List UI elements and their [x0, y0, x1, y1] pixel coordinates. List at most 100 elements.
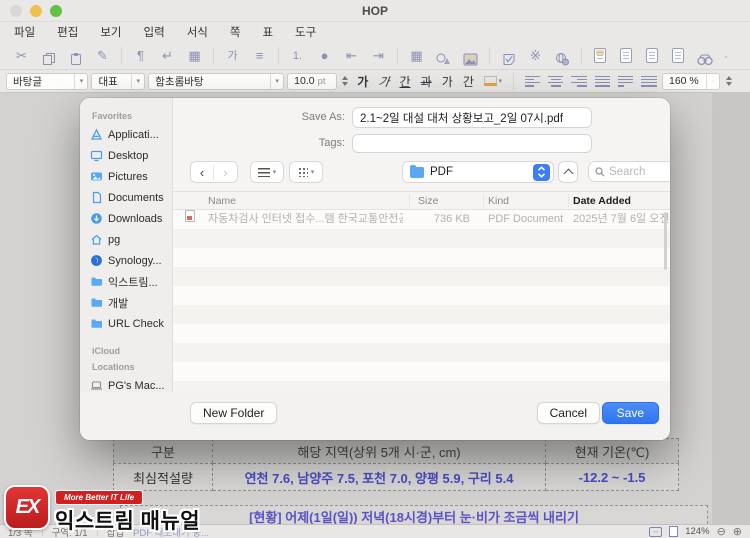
preset-dropdown[interactable]: 대표 ▾ [91, 72, 146, 90]
save-as-input[interactable] [352, 107, 592, 128]
forward-button[interactable]: › [214, 165, 237, 180]
list-view-button[interactable]: ▾ [250, 161, 284, 183]
outdent-icon[interactable]: ⇤ [338, 43, 365, 69]
preset-value: 대표 [98, 75, 118, 88]
para-shape-icon[interactable]: ≡ [246, 43, 273, 69]
location-value: PDF [430, 166, 453, 178]
desktop-icon [90, 149, 103, 162]
italic-button[interactable]: 가 [374, 73, 395, 90]
copy-icon[interactable] [35, 46, 62, 66]
menu-tools[interactable]: 도구 [295, 24, 316, 40]
char-spacing-button[interactable]: 간 [459, 73, 477, 90]
grid-icon[interactable]: ▦ [181, 43, 208, 69]
sidebar-item-desktop[interactable]: Desktop [80, 145, 172, 166]
format-painter-icon[interactable]: ✎ [89, 43, 116, 69]
new-folder-button[interactable]: New Folder [190, 402, 278, 424]
align-justify-icon[interactable] [594, 75, 610, 88]
sidebar-item-home[interactable]: pg [80, 229, 172, 250]
page-setup-icon[interactable] [594, 48, 606, 63]
pilcrow-icon[interactable]: ¶ [127, 43, 154, 69]
location-dropdown[interactable]: PDF [402, 161, 554, 183]
pdf-file-icon [185, 210, 195, 222]
search-field[interactable] [588, 161, 670, 182]
table-header-cell: 구분 [113, 438, 213, 463]
zoom-in-icon[interactable]: ⊕ [733, 526, 742, 537]
insert-chart-icon[interactable] [430, 46, 457, 66]
sidebar-item-dev[interactable]: 개발 [80, 292, 172, 313]
back-button[interactable]: ‹ [191, 164, 214, 180]
align-distribute-icon[interactable] [617, 75, 634, 88]
sidebar-item-url-check[interactable]: URL Check [80, 313, 172, 334]
icon-view-button[interactable]: ▾ [289, 161, 323, 183]
menu-table[interactable]: 표 [262, 24, 273, 40]
font-size-stepper[interactable] [340, 73, 351, 90]
menu-format[interactable]: 서식 [187, 24, 208, 40]
parent-folder-button[interactable] [558, 161, 578, 183]
dialog-scrollbar[interactable] [664, 212, 667, 270]
paragraph-style-dropdown[interactable]: 바탕글 ▾ [6, 72, 89, 90]
column-name[interactable]: Name [208, 192, 236, 211]
align-center-icon[interactable] [548, 75, 564, 88]
fit-width-icon[interactable]: ↔ [649, 526, 663, 537]
zoom-stepper[interactable] [723, 73, 734, 90]
menu-input[interactable]: 입력 [144, 24, 165, 40]
sidebar-item-extreme[interactable]: 익스트림... [80, 271, 172, 292]
cancel-button[interactable]: Cancel [536, 402, 600, 424]
search-input[interactable] [609, 165, 670, 178]
file-row[interactable]: 자동차검사 인터넷 접수...템 한국교통안전공단.pdf 736 KB PDF… [173, 210, 670, 229]
folder-icon [410, 164, 424, 178]
toolbar-overflow-icon[interactable]: · [724, 49, 728, 63]
cut-icon[interactable]: ✂ [8, 43, 35, 69]
font-dropdown[interactable]: 함초롬바탕 ▾ [148, 72, 285, 90]
menu-edit[interactable]: 편집 [57, 24, 78, 40]
strikethrough-button[interactable]: 과 [417, 73, 435, 90]
columns-icon[interactable] [646, 48, 658, 63]
page-borders-icon[interactable] [620, 48, 632, 63]
font-size-field[interactable]: 10.0 pt [287, 72, 338, 90]
char-shape-icon[interactable]: 가 [219, 43, 246, 69]
indent-icon[interactable]: ⇥ [365, 43, 392, 69]
sidebar-item-applications[interactable]: Applicati... [80, 124, 172, 145]
bullet-icon[interactable]: ● [311, 43, 338, 69]
zoom-dropdown[interactable]: 160 % · [662, 72, 720, 90]
find-replace-icon[interactable] [691, 46, 718, 66]
hyperlink-icon[interactable] [549, 46, 576, 66]
document-margin [712, 93, 750, 524]
menu-page[interactable]: 쪽 [230, 24, 241, 40]
bold-button[interactable]: 가 [354, 73, 372, 90]
logo-tagline: More Better IT Life [55, 490, 144, 505]
sidebar-item-pictures[interactable]: Pictures [80, 166, 172, 187]
align-right-icon[interactable] [571, 75, 587, 88]
font-size-unit: pt [317, 75, 326, 87]
favorites-label: Favorites [92, 111, 133, 121]
save-button[interactable]: Save [601, 402, 659, 424]
line-spacing-icon[interactable] [641, 75, 657, 88]
tags-input[interactable] [352, 134, 592, 153]
file-list: 자동차검사 인터넷 접수...템 한국교통안전공단.pdf 736 KB PDF… [173, 210, 670, 392]
sidebar-item-synology[interactable]: Synology... [80, 250, 172, 271]
menu-file[interactable]: 파일 [14, 24, 35, 40]
insert-table-icon[interactable]: ▦ [403, 43, 430, 69]
font-color-dropdown[interactable]: ▾ [481, 73, 506, 89]
column-date-added[interactable]: Date Added [573, 192, 631, 211]
laptop-icon [90, 379, 103, 392]
zoom-out-icon[interactable]: ⊖ [717, 526, 726, 537]
paste-icon[interactable] [62, 46, 89, 66]
special-char-icon[interactable]: ※ [522, 43, 549, 69]
align-left-icon[interactable] [524, 75, 541, 88]
sidebar-item-documents[interactable]: Documents [80, 187, 172, 208]
fit-page-icon[interactable] [669, 526, 679, 537]
column-kind[interactable]: Kind [488, 192, 509, 211]
column-size[interactable]: Size [418, 192, 438, 211]
line-break-icon[interactable]: ↵ [154, 43, 181, 69]
sidebar-item-downloads[interactable]: Downloads [80, 208, 172, 229]
shadow-button[interactable]: 가 [438, 73, 456, 90]
numbering-icon[interactable]: 1. [284, 43, 311, 69]
table-header-cell: 현재 기온(℃) [546, 438, 679, 463]
text-box-icon[interactable] [495, 46, 522, 66]
folder-icon [90, 317, 103, 330]
header-footer-icon[interactable] [672, 48, 684, 63]
menu-view[interactable]: 보기 [100, 24, 121, 40]
underline-button[interactable]: 간 [396, 73, 414, 90]
insert-image-icon[interactable] [457, 46, 484, 66]
